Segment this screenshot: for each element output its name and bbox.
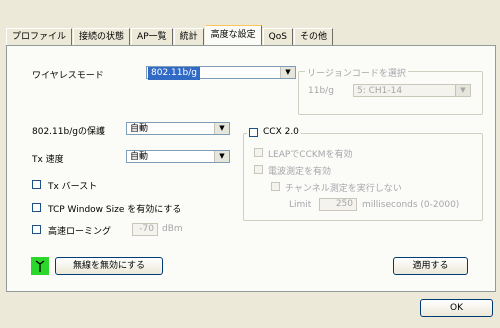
ccx-title: CCX 2.0	[263, 127, 299, 137]
antenna-icon-svg	[35, 260, 45, 272]
region-value: 5: CH1-14	[357, 86, 403, 96]
tab-advanced[interactable]: 高度な設定	[204, 25, 262, 45]
tx-rate-value: 自動	[130, 152, 149, 162]
leap-cckm-checkbox[interactable]	[254, 148, 263, 157]
tab-statistics[interactable]: 統計	[173, 28, 204, 45]
limit-input[interactable]: 250	[319, 198, 357, 211]
region-band-label: 11b/g	[308, 86, 334, 96]
disable-radio-button[interactable]: 無線を無効にする	[55, 257, 163, 275]
fast-roaming-checkbox[interactable]	[32, 225, 41, 234]
tcp-window-checkbox[interactable]	[32, 203, 41, 212]
fast-roaming-unit: dBm	[162, 224, 183, 234]
wireless-mode-value: 802.11b/g	[148, 67, 200, 80]
chevron-down-icon: ▼	[214, 151, 229, 162]
tab-other[interactable]: その他	[293, 28, 333, 45]
antenna-icon	[31, 257, 49, 275]
wireless-mode-select[interactable]: 802.11b/g ▼	[146, 66, 296, 80]
ok-button[interactable]: OK	[420, 299, 493, 317]
tab-site-survey[interactable]: AP一覧	[131, 28, 173, 45]
chevron-down-icon: ▼	[214, 123, 229, 134]
tcp-window-label: TCP Window Size を有効にする	[48, 205, 182, 215]
radio-measure-label: 電波測定を有効	[268, 167, 332, 177]
radio-measure-checkbox[interactable]	[254, 165, 263, 174]
tab-bar: プロファイル 接続の状態 AP一覧 統計 高度な設定 QoS その他	[6, 25, 334, 45]
tab-profile[interactable]: プロファイル	[6, 28, 73, 45]
tx-burst-checkbox[interactable]	[32, 180, 41, 189]
non-serving-label: チャンネル測定を実行しない	[285, 184, 402, 194]
region-select[interactable]: 5: CH1-14 ▼	[353, 84, 471, 97]
leap-cckm-label: LEAPでCCKMを有効	[268, 150, 353, 160]
fast-roaming-label: 高速ローミング	[48, 227, 112, 237]
apply-button[interactable]: 適用する	[393, 257, 468, 275]
window: プロファイル 接続の状態 AP一覧 統計 高度な設定 QoS その他 ワイヤレス…	[0, 0, 500, 328]
advanced-panel: ワイヤレスモード 802.11b/g ▼ リージョンコードを選択 11b/g 5…	[6, 45, 496, 292]
protection-select[interactable]: 自動 ▼	[126, 122, 230, 135]
ccx-group: CCX 2.0 LEAPでCCKMを有効 電波測定を有効 チャンネル測定を実行し…	[243, 127, 483, 221]
tx-rate-select[interactable]: 自動 ▼	[126, 150, 230, 163]
tx-rate-label: Tx 速度	[32, 155, 64, 165]
tab-link-status[interactable]: 接続の状態	[73, 28, 131, 45]
ccx-checkbox[interactable]	[249, 128, 258, 137]
wireless-mode-label: ワイヤレスモード	[32, 71, 104, 81]
region-group: リージョンコードを選択 11b/g 5: CH1-14 ▼	[298, 66, 483, 115]
chevron-down-icon: ▼	[455, 85, 470, 96]
non-serving-checkbox[interactable]	[271, 182, 280, 191]
fast-roaming-input[interactable]: -70	[132, 223, 158, 236]
chevron-down-icon: ▼	[280, 67, 295, 78]
region-group-title: リージョンコードを選択	[305, 66, 408, 79]
limit-unit: milliseconds (0-2000)	[362, 200, 460, 210]
tx-burst-label: Tx バースト	[48, 182, 98, 192]
ccx-title-wrap: CCX 2.0	[247, 127, 301, 139]
protection-label: 802.11b/gの保護	[32, 127, 105, 137]
tab-qos[interactable]: QoS	[262, 28, 293, 45]
limit-label: Limit	[289, 200, 312, 210]
protection-value: 自動	[130, 124, 149, 134]
